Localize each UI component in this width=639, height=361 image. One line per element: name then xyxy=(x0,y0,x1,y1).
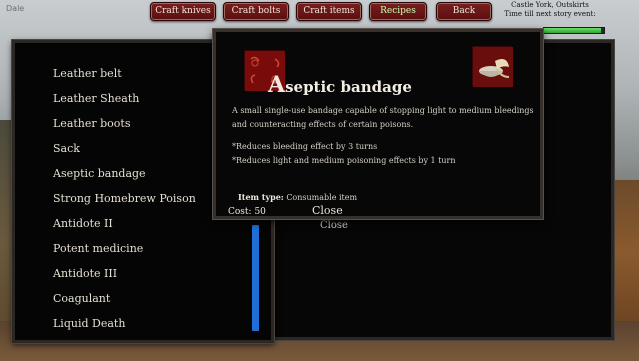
recipe-list-scrollbar[interactable] xyxy=(252,225,259,331)
location-name: Castle York, Outskirts xyxy=(511,1,589,9)
recipe-item-leather-sheath[interactable]: Leather Sheath xyxy=(53,92,139,105)
recipes-button[interactable]: Recipes xyxy=(369,2,427,21)
recipe-item-potent-medicine[interactable]: Potent medicine xyxy=(53,242,143,255)
item-type-label: Item type: xyxy=(238,192,284,202)
recipe-item-coagulant[interactable]: Coagulant xyxy=(53,292,110,305)
item-detail-popup: Aseptic bandage A small single-use banda… xyxy=(213,29,543,219)
story-timer-label: Time till next story event: xyxy=(504,10,596,18)
recipe-item-leather-belt[interactable]: Leather belt xyxy=(53,67,122,80)
back-button[interactable]: Back xyxy=(436,2,492,21)
craft-bolts-button[interactable]: Craft bolts xyxy=(223,2,289,21)
item-type-value: Consumable item xyxy=(286,193,358,202)
recipe-item-strong-homebrew-poison[interactable]: Strong Homebrew Poison xyxy=(53,192,196,205)
craft-knives-button[interactable]: Craft knives xyxy=(150,2,216,21)
top-left-label: Dale xyxy=(6,4,25,13)
health-bar-fill xyxy=(544,28,601,33)
popup-title-rest: septic bandage xyxy=(285,78,412,96)
popup-title: Aseptic bandage xyxy=(268,72,412,98)
cost-value: 50 xyxy=(254,207,266,217)
cost-row: Cost: 50 xyxy=(228,207,266,217)
popup-close-button[interactable]: Close xyxy=(312,204,343,217)
panel-close-button[interactable]: Close xyxy=(320,220,348,231)
bandage-bowl-icon xyxy=(472,46,513,87)
item-type-row: Item type: Consumable item xyxy=(238,192,357,202)
recipe-item-sack[interactable]: Sack xyxy=(53,142,80,155)
popup-description: A small single-use bandage capable of st… xyxy=(232,106,534,129)
popup-title-initial: A xyxy=(268,72,286,98)
health-bar xyxy=(543,27,605,34)
cost-label: Cost: xyxy=(228,207,252,217)
recipe-item-liquid-death[interactable]: Liquid Death xyxy=(53,317,125,330)
popup-effect-poisoning: *Reduces light and medium poisoning effe… xyxy=(232,156,456,165)
recipe-item-aseptic-bandage[interactable]: Aseptic bandage xyxy=(53,167,146,180)
popup-effect-bleeding: *Reduces bleeding effect by 3 turns xyxy=(232,142,378,151)
location-info: Castle York, Outskirts Time till next st… xyxy=(495,1,605,19)
recipe-item-leather-boots[interactable]: Leather boots xyxy=(53,117,131,130)
recipe-item-antidote-ii[interactable]: Antidote II xyxy=(53,217,113,230)
craft-items-button[interactable]: Craft items xyxy=(296,2,362,21)
recipe-item-antidote-iii[interactable]: Antidote III xyxy=(53,267,117,280)
